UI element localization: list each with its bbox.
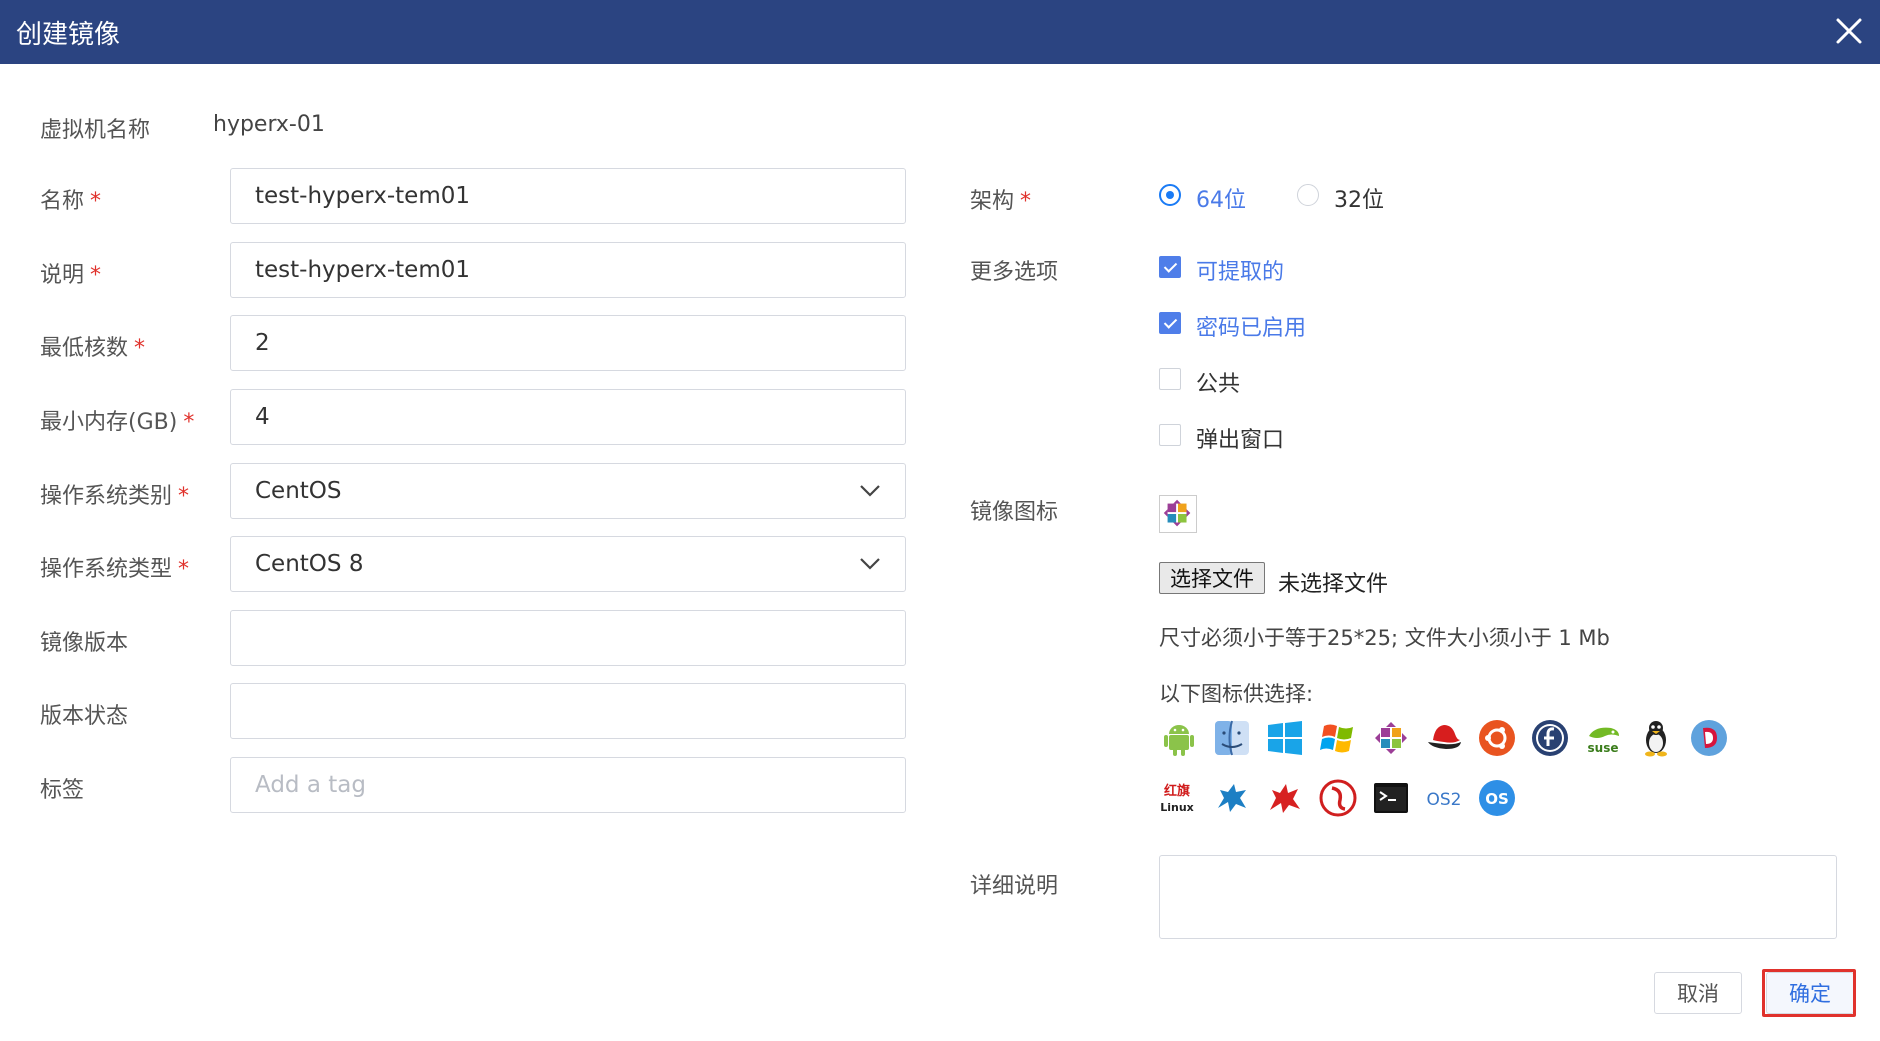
required-mark: *: [90, 189, 102, 214]
kylin-icon[interactable]: [1212, 778, 1252, 818]
centos-icon: [1163, 499, 1191, 527]
os-category-label: 操作系统类别 *: [40, 484, 190, 509]
os-icon[interactable]: OS: [1477, 778, 1517, 818]
public-checkbox[interactable]: [1159, 368, 1181, 390]
os-category-value: CentOS: [255, 478, 342, 504]
details-textarea[interactable]: [1159, 855, 1837, 939]
image-version-label: 镜像版本: [40, 631, 129, 656]
suse-icon-text: suse: [1588, 741, 1619, 755]
arch-64-radio[interactable]: [1159, 184, 1181, 206]
os-category-select[interactable]: CentOS: [230, 463, 906, 519]
dialog-header: 创建镜像: [0, 0, 1880, 64]
os2-icon[interactable]: OS2: [1424, 778, 1464, 818]
min-cores-input[interactable]: [230, 315, 906, 371]
choose-file-button[interactable]: 选择文件: [1159, 562, 1265, 594]
version-status-input[interactable]: [230, 683, 906, 739]
required-mark: *: [178, 557, 190, 582]
required-mark: *: [178, 484, 190, 509]
min-memory-input[interactable]: [230, 389, 906, 445]
arch-64-label[interactable]: 64位: [1196, 182, 1246, 214]
close-icon[interactable]: [1832, 14, 1866, 48]
description-input[interactable]: [230, 242, 906, 298]
suse-icon[interactable]: suse: [1583, 718, 1623, 758]
redflag-icon-text: 红旗: [1164, 783, 1190, 799]
popup-label[interactable]: 弹出窗口: [1196, 422, 1284, 454]
required-mark: *: [1020, 189, 1032, 214]
deepin-icon[interactable]: [1318, 778, 1358, 818]
redflag-linux-text: Linux: [1160, 801, 1194, 814]
redflag-linux-icon[interactable]: 红旗 Linux: [1159, 778, 1199, 818]
chevron-down-icon: [860, 558, 880, 570]
password-enabled-checkbox[interactable]: [1159, 312, 1181, 334]
image-icon-label: 镜像图标: [970, 500, 1059, 525]
details-label: 详细说明: [970, 874, 1059, 899]
no-file-text: 未选择文件: [1278, 572, 1389, 597]
more-options-label: 更多选项: [970, 260, 1059, 285]
popup-checkbox[interactable]: [1159, 424, 1181, 446]
name-input[interactable]: [230, 168, 906, 224]
windows-xp-icon[interactable]: [1318, 718, 1358, 758]
password-enabled-label[interactable]: 密码已启用: [1196, 310, 1306, 342]
chevron-down-icon: [860, 485, 880, 497]
current-image-icon: [1159, 495, 1197, 533]
min-cores-label: 最低核数 *: [40, 336, 146, 361]
confirm-button-highlight: [1762, 969, 1856, 1017]
size-hint: 尺寸必须小于等于25*25; 文件大小须小于 1 Mb: [1159, 626, 1610, 650]
macos-finder-icon[interactable]: [1212, 718, 1252, 758]
vm-name-label: 虚拟机名称: [40, 118, 151, 143]
required-mark: *: [90, 263, 102, 288]
description-label: 说明 *: [40, 263, 102, 288]
debian-icon[interactable]: [1689, 718, 1729, 758]
fedora-icon[interactable]: [1530, 718, 1570, 758]
name-label: 名称 *: [40, 189, 102, 214]
centos-icon[interactable]: [1371, 718, 1411, 758]
ubuntu-icon[interactable]: [1477, 718, 1517, 758]
tags-input[interactable]: [230, 757, 906, 813]
os-type-value: CentOS 8: [255, 551, 364, 577]
vm-name-value: hyperx-01: [213, 112, 325, 137]
os-icon-text: OS: [1485, 790, 1509, 808]
redhat-icon[interactable]: [1424, 718, 1464, 758]
arch-32-label[interactable]: 32位: [1334, 182, 1384, 214]
os-type-label: 操作系统类型 *: [40, 557, 190, 582]
arch-32-radio[interactable]: [1297, 184, 1319, 206]
terminal-icon[interactable]: [1371, 778, 1411, 818]
qilin-icon[interactable]: [1265, 778, 1305, 818]
os2-icon-text: OS2: [1427, 790, 1462, 810]
version-status-label: 版本状态: [40, 704, 129, 729]
min-memory-label: 最小内存(GB) *: [40, 410, 195, 435]
dialog-title: 创建镜像: [16, 20, 121, 50]
required-mark: *: [183, 410, 195, 435]
image-version-input[interactable]: [230, 610, 906, 666]
arch-label: 架构 *: [970, 189, 1032, 214]
tags-label: 标签: [40, 778, 85, 803]
linux-tux-icon[interactable]: [1636, 718, 1676, 758]
android-icon[interactable]: [1159, 718, 1199, 758]
extractable-checkbox[interactable]: [1159, 256, 1181, 278]
required-mark: *: [134, 336, 146, 361]
public-label[interactable]: 公共: [1196, 366, 1240, 398]
cancel-button[interactable]: 取消: [1654, 972, 1742, 1014]
os-type-select[interactable]: CentOS 8: [230, 536, 906, 592]
extractable-label[interactable]: 可提取的: [1196, 254, 1284, 286]
windows-10-icon[interactable]: [1265, 718, 1305, 758]
choose-hint: 以下图标供选择:: [1159, 682, 1314, 706]
